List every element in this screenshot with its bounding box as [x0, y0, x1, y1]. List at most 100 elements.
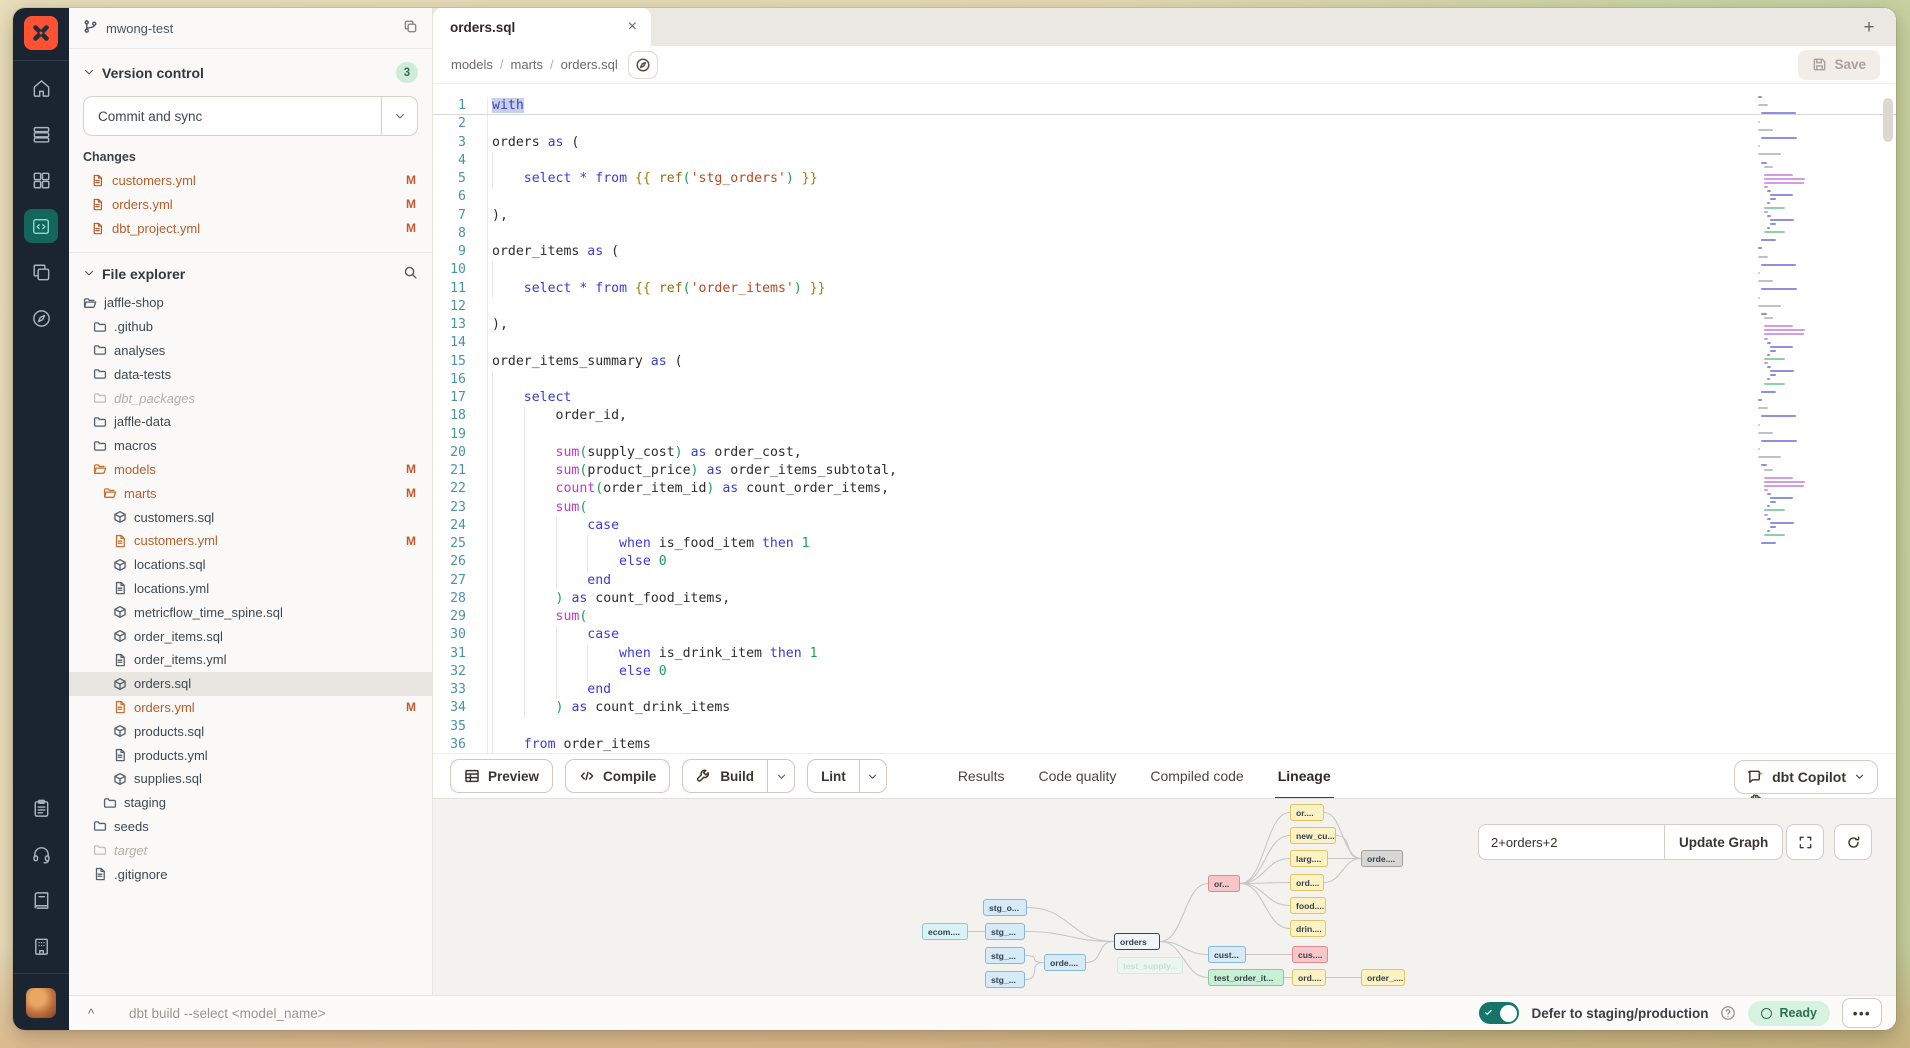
tree-item--gitignore[interactable]: .gitignore — [69, 862, 432, 886]
tab-lineage[interactable]: Lineage — [1261, 754, 1348, 799]
tree-item-products-yml[interactable]: products.yml — [69, 743, 432, 767]
rail-home-icon[interactable] — [13, 65, 69, 111]
lineage-node-ord[interactable]: ord.... — [1292, 969, 1326, 986]
rail-deploy-stack-icon[interactable] — [13, 111, 69, 157]
dbt-copilot-button[interactable]: dbt Copilot — [1734, 760, 1878, 794]
expand-command-bar-chevron[interactable]: ^ — [69, 1006, 113, 1021]
tree-item-jaffle-data[interactable]: jaffle-data — [69, 410, 432, 434]
lineage-node-stg[interactable]: stg_... — [985, 971, 1025, 988]
commit-dropdown-toggle[interactable] — [381, 97, 417, 135]
rail-clipboard-icon[interactable] — [13, 785, 69, 831]
lineage-node-cus[interactable]: cus.... — [1292, 946, 1328, 963]
lineage-node-order[interactable]: order_.... — [1361, 969, 1405, 986]
breadcrumb-file[interactable]: orders.sql — [561, 57, 618, 72]
lineage-search-input[interactable] — [1478, 824, 1664, 860]
tab-code-quality[interactable]: Code quality — [1022, 754, 1134, 799]
lineage-node-larg[interactable]: larg.... — [1290, 850, 1328, 867]
tab-compiled-code[interactable]: Compiled code — [1133, 754, 1260, 799]
tree-item-marts[interactable]: martsM — [69, 481, 432, 505]
defer-toggle[interactable] — [1479, 1002, 1519, 1024]
refresh-graph-button[interactable] — [1834, 824, 1872, 860]
tree-item-locations-sql[interactable]: locations.sql — [69, 553, 432, 577]
lint-button[interactable]: Lint — [807, 759, 887, 793]
lineage-node-ecom[interactable]: ecom.... — [922, 923, 968, 940]
tree-item--github[interactable]: .github — [69, 315, 432, 339]
lineage-node-or[interactable]: or.... — [1290, 804, 1324, 821]
lineage-node-ord[interactable]: ord.... — [1290, 874, 1324, 891]
tree-item-customers-yml[interactable]: customers.ymlM — [69, 529, 432, 553]
lineage-node-or[interactable]: or... — [1208, 875, 1240, 892]
breadcrumb-models[interactable]: models — [451, 57, 493, 72]
tree-item-metricflow-time-spine-sql[interactable]: metricflow_time_spine.sql — [69, 600, 432, 624]
preview-button[interactable]: Preview — [450, 759, 553, 793]
rail-support-headset-icon[interactable] — [13, 831, 69, 877]
tree-item-target[interactable]: target — [69, 838, 432, 862]
close-tab-icon[interactable]: × — [628, 19, 637, 35]
lineage-node-stg[interactable]: stg_... — [985, 947, 1025, 964]
lineage-node-newcu[interactable]: new_cu... — [1290, 827, 1336, 844]
tree-item-analyses[interactable]: analyses — [69, 339, 432, 363]
rail-docs-book-icon[interactable] — [13, 877, 69, 923]
lineage-node-testsupply[interactable]: test_supply... — [1117, 957, 1183, 974]
tree-item-staging[interactable]: staging — [69, 791, 432, 815]
tree-item-data-tests[interactable]: data-tests — [69, 362, 432, 386]
tree-item-orders-yml[interactable]: orders.ymlM — [69, 696, 432, 720]
lineage-node-orde[interactable]: orde.... — [1044, 954, 1086, 971]
tree-item-locations-yml[interactable]: locations.yml — [69, 577, 432, 601]
lineage-node-orders[interactable]: orders — [1114, 933, 1160, 950]
commit-and-sync-button[interactable]: Commit and sync — [83, 96, 418, 136]
rail-orchestrate-windows-icon[interactable] — [13, 249, 69, 295]
editor-scrollbar[interactable] — [1883, 98, 1893, 743]
tree-item-orders-sql[interactable]: orders.sql — [69, 672, 432, 696]
code-editor[interactable]: 1with23orders as (45 select * from {{ re… — [433, 84, 1896, 753]
code-line-13: 13), — [433, 316, 1896, 334]
lineage-node-testorderit[interactable]: test_order_it... — [1208, 969, 1284, 986]
tab-orders-sql[interactable]: orders.sql × — [433, 8, 651, 46]
user-avatar[interactable] — [26, 988, 56, 1018]
tree-item-supplies-sql[interactable]: supplies.sql — [69, 767, 432, 791]
new-tab-button[interactable]: + — [1858, 17, 1880, 39]
changed-file-row[interactable]: dbt_project.ymlM — [69, 216, 432, 240]
changed-file-row[interactable]: orders.ymlM — [69, 192, 432, 216]
breadcrumb-marts[interactable]: marts — [511, 57, 544, 72]
compile-button[interactable]: Compile — [565, 759, 670, 793]
rail-organization-building-icon[interactable] — [13, 923, 69, 969]
lineage-node-stgo[interactable]: stg_o... — [983, 899, 1027, 916]
help-circle-icon[interactable] — [1720, 1005, 1736, 1021]
save-button[interactable]: Save — [1798, 50, 1880, 80]
ide-status-badge[interactable]: Ready — [1748, 1001, 1830, 1026]
search-icon[interactable] — [403, 265, 418, 283]
tree-item-products-sql[interactable]: products.sql — [69, 719, 432, 743]
tree-item-order-items-sql[interactable]: order_items.sql — [69, 624, 432, 648]
file-explorer-header[interactable]: File explorer — [69, 253, 432, 291]
rail-explore-grid-icon[interactable] — [13, 157, 69, 203]
rail-discover-compass-icon[interactable] — [13, 295, 69, 341]
changed-file-row[interactable]: customers.ymlM — [69, 168, 432, 192]
tree-item-macros[interactable]: macros — [69, 434, 432, 458]
tree-item-models[interactable]: modelsM — [69, 458, 432, 482]
editor-minimap[interactable] — [1758, 96, 1838, 550]
lineage-node-cust[interactable]: cust... — [1208, 946, 1246, 963]
build-dropdown-toggle[interactable] — [767, 760, 794, 792]
tree-item-dbt-packages[interactable]: dbt_packages — [69, 386, 432, 410]
tree-item-jaffle-shop[interactable]: jaffle-shop — [69, 291, 432, 315]
fullscreen-button[interactable] — [1786, 824, 1824, 860]
version-control-header[interactable]: Version control 3 — [69, 49, 432, 89]
lint-dropdown-toggle[interactable] — [859, 760, 886, 792]
lineage-node-food[interactable]: food.... — [1290, 897, 1326, 914]
build-button[interactable]: Build — [682, 759, 795, 793]
dbt-command-input[interactable]: dbt build --select <model_name> — [129, 1006, 326, 1021]
tab-results[interactable]: Results — [941, 754, 1022, 799]
more-options-button[interactable]: ••• — [1842, 998, 1882, 1028]
tree-item-order-items-yml[interactable]: order_items.yml — [69, 648, 432, 672]
tree-item-seeds[interactable]: seeds — [69, 815, 432, 839]
lineage-node-orde[interactable]: orde.... — [1361, 850, 1403, 867]
tree-item-customers-sql[interactable]: customers.sql — [69, 505, 432, 529]
update-graph-button[interactable]: Update Graph — [1664, 824, 1783, 860]
rail-develop-code-icon[interactable] — [13, 203, 69, 249]
open-in-lineage-compass-button[interactable] — [628, 51, 658, 79]
copy-branch-icon[interactable] — [403, 19, 418, 37]
lineage-node-drin[interactable]: drin.... — [1290, 920, 1326, 937]
lineage-node-stg[interactable]: stg_... — [985, 923, 1025, 940]
dbt-logo[interactable] — [24, 16, 58, 50]
